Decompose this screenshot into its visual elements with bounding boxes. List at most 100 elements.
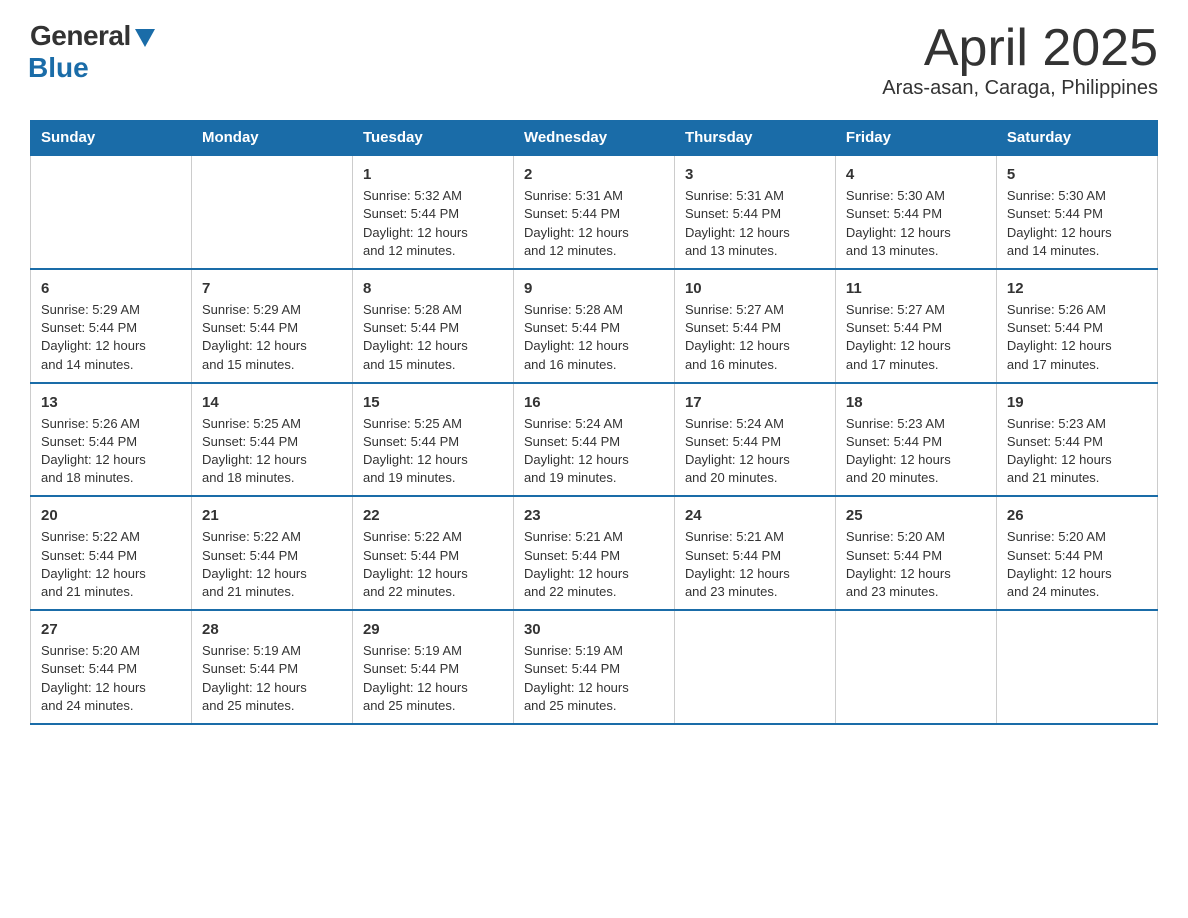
day-number: 16 (524, 392, 664, 413)
day-number: 2 (524, 164, 664, 185)
calendar-body: 1Sunrise: 5:32 AM Sunset: 5:44 PM Daylig… (31, 155, 1158, 724)
day-info: Sunrise: 5:29 AM Sunset: 5:44 PM Dayligh… (202, 301, 342, 374)
day-number: 25 (846, 505, 986, 526)
day-number: 8 (363, 278, 503, 299)
day-number: 22 (363, 505, 503, 526)
header-row: SundayMondayTuesdayWednesdayThursdayFrid… (31, 121, 1158, 156)
calendar-cell (31, 155, 192, 269)
calendar-cell: 5Sunrise: 5:30 AM Sunset: 5:44 PM Daylig… (996, 155, 1157, 269)
calendar-cell: 16Sunrise: 5:24 AM Sunset: 5:44 PM Dayli… (513, 383, 674, 497)
title-block: April 2025 Aras-asan, Caraga, Philippine… (882, 20, 1158, 100)
day-info: Sunrise: 5:26 AM Sunset: 5:44 PM Dayligh… (41, 415, 181, 488)
calendar-cell: 24Sunrise: 5:21 AM Sunset: 5:44 PM Dayli… (674, 496, 835, 610)
day-info: Sunrise: 5:21 AM Sunset: 5:44 PM Dayligh… (524, 528, 664, 601)
calendar-cell: 20Sunrise: 5:22 AM Sunset: 5:44 PM Dayli… (31, 496, 192, 610)
day-info: Sunrise: 5:26 AM Sunset: 5:44 PM Dayligh… (1007, 301, 1147, 374)
day-info: Sunrise: 5:20 AM Sunset: 5:44 PM Dayligh… (1007, 528, 1147, 601)
day-number: 9 (524, 278, 664, 299)
day-number: 6 (41, 278, 181, 299)
calendar-cell (835, 610, 996, 724)
day-info: Sunrise: 5:20 AM Sunset: 5:44 PM Dayligh… (846, 528, 986, 601)
day-info: Sunrise: 5:32 AM Sunset: 5:44 PM Dayligh… (363, 187, 503, 260)
day-info: Sunrise: 5:24 AM Sunset: 5:44 PM Dayligh… (524, 415, 664, 488)
day-number: 20 (41, 505, 181, 526)
calendar-cell: 21Sunrise: 5:22 AM Sunset: 5:44 PM Dayli… (191, 496, 352, 610)
calendar-cell: 9Sunrise: 5:28 AM Sunset: 5:44 PM Daylig… (513, 269, 674, 383)
day-info: Sunrise: 5:27 AM Sunset: 5:44 PM Dayligh… (685, 301, 825, 374)
day-info: Sunrise: 5:31 AM Sunset: 5:44 PM Dayligh… (524, 187, 664, 260)
week-row-5: 27Sunrise: 5:20 AM Sunset: 5:44 PM Dayli… (31, 610, 1158, 724)
day-info: Sunrise: 5:23 AM Sunset: 5:44 PM Dayligh… (846, 415, 986, 488)
day-info: Sunrise: 5:27 AM Sunset: 5:44 PM Dayligh… (846, 301, 986, 374)
day-number: 13 (41, 392, 181, 413)
day-number: 28 (202, 619, 342, 640)
day-number: 14 (202, 392, 342, 413)
calendar-cell: 4Sunrise: 5:30 AM Sunset: 5:44 PM Daylig… (835, 155, 996, 269)
day-number: 23 (524, 505, 664, 526)
day-number: 24 (685, 505, 825, 526)
day-number: 11 (846, 278, 986, 299)
day-info: Sunrise: 5:29 AM Sunset: 5:44 PM Dayligh… (41, 301, 181, 374)
day-info: Sunrise: 5:22 AM Sunset: 5:44 PM Dayligh… (41, 528, 181, 601)
day-number: 21 (202, 505, 342, 526)
day-number: 27 (41, 619, 181, 640)
day-info: Sunrise: 5:25 AM Sunset: 5:44 PM Dayligh… (363, 415, 503, 488)
day-info: Sunrise: 5:30 AM Sunset: 5:44 PM Dayligh… (846, 187, 986, 260)
day-info: Sunrise: 5:22 AM Sunset: 5:44 PM Dayligh… (363, 528, 503, 601)
calendar-cell: 22Sunrise: 5:22 AM Sunset: 5:44 PM Dayli… (352, 496, 513, 610)
calendar-cell: 2Sunrise: 5:31 AM Sunset: 5:44 PM Daylig… (513, 155, 674, 269)
day-info: Sunrise: 5:21 AM Sunset: 5:44 PM Dayligh… (685, 528, 825, 601)
day-number: 7 (202, 278, 342, 299)
calendar-cell: 28Sunrise: 5:19 AM Sunset: 5:44 PM Dayli… (191, 610, 352, 724)
month-title: April 2025 (882, 20, 1158, 77)
day-info: Sunrise: 5:28 AM Sunset: 5:44 PM Dayligh… (524, 301, 664, 374)
header-day-tuesday: Tuesday (352, 121, 513, 156)
calendar-cell: 11Sunrise: 5:27 AM Sunset: 5:44 PM Dayli… (835, 269, 996, 383)
day-info: Sunrise: 5:20 AM Sunset: 5:44 PM Dayligh… (41, 642, 181, 715)
day-info: Sunrise: 5:22 AM Sunset: 5:44 PM Dayligh… (202, 528, 342, 601)
calendar-cell: 18Sunrise: 5:23 AM Sunset: 5:44 PM Dayli… (835, 383, 996, 497)
day-number: 4 (846, 164, 986, 185)
day-number: 15 (363, 392, 503, 413)
day-number: 17 (685, 392, 825, 413)
calendar-table: SundayMondayTuesdayWednesdayThursdayFrid… (30, 120, 1158, 725)
calendar-cell (191, 155, 352, 269)
header-day-saturday: Saturday (996, 121, 1157, 156)
day-number: 18 (846, 392, 986, 413)
calendar-cell (674, 610, 835, 724)
calendar-cell: 12Sunrise: 5:26 AM Sunset: 5:44 PM Dayli… (996, 269, 1157, 383)
header-day-sunday: Sunday (31, 121, 192, 156)
day-number: 30 (524, 619, 664, 640)
calendar-cell: 17Sunrise: 5:24 AM Sunset: 5:44 PM Dayli… (674, 383, 835, 497)
calendar-cell: 14Sunrise: 5:25 AM Sunset: 5:44 PM Dayli… (191, 383, 352, 497)
calendar-cell: 13Sunrise: 5:26 AM Sunset: 5:44 PM Dayli… (31, 383, 192, 497)
calendar-cell: 25Sunrise: 5:20 AM Sunset: 5:44 PM Dayli… (835, 496, 996, 610)
calendar-cell: 1Sunrise: 5:32 AM Sunset: 5:44 PM Daylig… (352, 155, 513, 269)
calendar-cell: 23Sunrise: 5:21 AM Sunset: 5:44 PM Dayli… (513, 496, 674, 610)
day-number: 1 (363, 164, 503, 185)
calendar-cell: 26Sunrise: 5:20 AM Sunset: 5:44 PM Dayli… (996, 496, 1157, 610)
day-number: 19 (1007, 392, 1147, 413)
calendar-cell: 10Sunrise: 5:27 AM Sunset: 5:44 PM Dayli… (674, 269, 835, 383)
day-info: Sunrise: 5:25 AM Sunset: 5:44 PM Dayligh… (202, 415, 342, 488)
day-number: 29 (363, 619, 503, 640)
day-info: Sunrise: 5:28 AM Sunset: 5:44 PM Dayligh… (363, 301, 503, 374)
day-info: Sunrise: 5:31 AM Sunset: 5:44 PM Dayligh… (685, 187, 825, 260)
week-row-1: 1Sunrise: 5:32 AM Sunset: 5:44 PM Daylig… (31, 155, 1158, 269)
header-day-monday: Monday (191, 121, 352, 156)
calendar-cell: 27Sunrise: 5:20 AM Sunset: 5:44 PM Dayli… (31, 610, 192, 724)
day-info: Sunrise: 5:19 AM Sunset: 5:44 PM Dayligh… (202, 642, 342, 715)
calendar-cell: 15Sunrise: 5:25 AM Sunset: 5:44 PM Dayli… (352, 383, 513, 497)
week-row-4: 20Sunrise: 5:22 AM Sunset: 5:44 PM Dayli… (31, 496, 1158, 610)
day-number: 3 (685, 164, 825, 185)
day-info: Sunrise: 5:19 AM Sunset: 5:44 PM Dayligh… (363, 642, 503, 715)
logo-general-text: General (30, 20, 131, 52)
day-number: 26 (1007, 505, 1147, 526)
calendar-cell: 30Sunrise: 5:19 AM Sunset: 5:44 PM Dayli… (513, 610, 674, 724)
calendar-cell: 7Sunrise: 5:29 AM Sunset: 5:44 PM Daylig… (191, 269, 352, 383)
header-day-thursday: Thursday (674, 121, 835, 156)
week-row-3: 13Sunrise: 5:26 AM Sunset: 5:44 PM Dayli… (31, 383, 1158, 497)
calendar-cell (996, 610, 1157, 724)
logo-triangle-icon (135, 29, 155, 47)
day-number: 10 (685, 278, 825, 299)
